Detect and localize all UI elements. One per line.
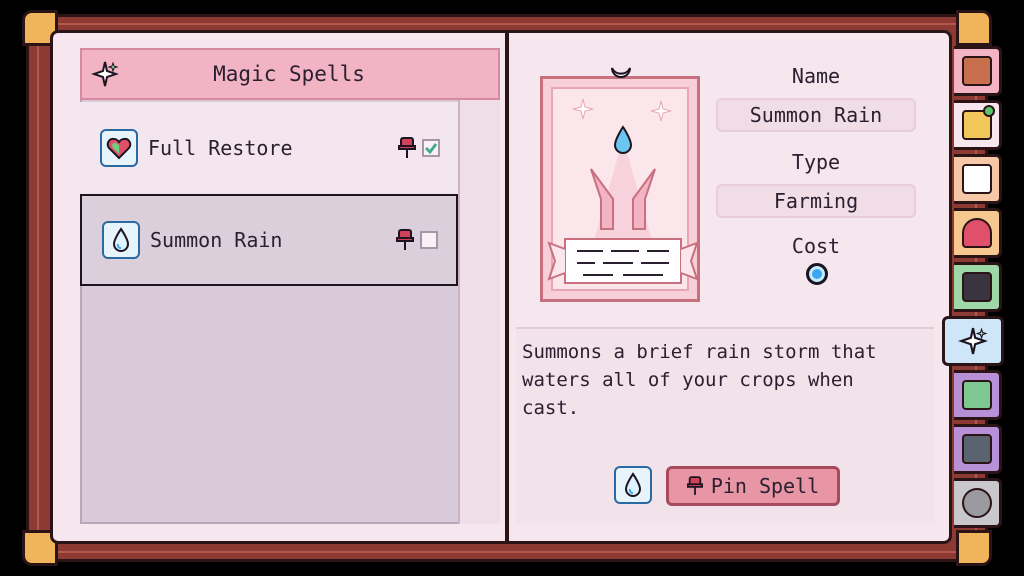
- pin-spell-button[interactable]: Pin Spell: [666, 466, 840, 506]
- tab-magic[interactable]: [942, 316, 1004, 366]
- spell-description: Summons a brief rain storm that waters a…: [522, 341, 877, 419]
- gear-icon: [961, 488, 992, 518]
- tab-map[interactable]: [954, 370, 1002, 420]
- mana-orb-icon: [806, 263, 828, 285]
- tab-settings[interactable]: [954, 478, 1002, 528]
- pet-icon: [961, 272, 992, 302]
- list-scrollbar[interactable]: [458, 100, 500, 524]
- sparkle-icon: [90, 59, 120, 89]
- magic-sparkle-icon: [958, 327, 988, 355]
- cost-label: Cost: [791, 234, 841, 258]
- spell-card-art: [540, 76, 700, 302]
- tab-pets[interactable]: [954, 262, 1002, 312]
- book-corner-top-right: [956, 10, 992, 46]
- water-drop-icon: [102, 221, 140, 259]
- map-icon: [961, 380, 992, 410]
- tab-relationships[interactable]: [954, 208, 1002, 258]
- tab-outfit[interactable]: [954, 100, 1002, 150]
- name-value: Summon Rain: [716, 98, 916, 132]
- backpack-icon: [961, 56, 992, 86]
- journal-icon: [961, 434, 992, 464]
- spell-list-header: Magic Spells: [80, 48, 500, 100]
- type-value: Farming: [716, 184, 916, 218]
- heart-gem-icon: [100, 129, 138, 167]
- tab-journal[interactable]: [954, 424, 1002, 474]
- pin-icon[interactable]: [398, 137, 416, 159]
- spell-element-icon: [614, 466, 652, 504]
- notification-badge: [983, 105, 995, 117]
- pin-icon[interactable]: [396, 229, 414, 251]
- tab-mail[interactable]: [954, 154, 1002, 204]
- tab-backpack[interactable]: [954, 46, 1002, 96]
- spell-name: Full Restore: [148, 136, 293, 160]
- moon-icon: [611, 67, 631, 78]
- spell-name: Summon Rain: [150, 228, 283, 252]
- pin-spell-label: Pin Spell: [710, 474, 820, 498]
- section-title: Magic Spells: [213, 62, 365, 86]
- heart-icon: [961, 218, 992, 248]
- book-corner-bottom-right: [956, 530, 992, 566]
- spell-row-full-restore[interactable]: Full Restore: [80, 102, 458, 194]
- spell-row-summon-rain[interactable]: Summon Rain: [80, 194, 458, 286]
- pin-checkbox[interactable]: [420, 231, 438, 249]
- pin-checkbox[interactable]: [422, 139, 440, 157]
- name-label: Name: [791, 64, 841, 88]
- type-label: Type: [791, 150, 841, 174]
- mail-icon: [961, 164, 992, 194]
- pin-icon: [686, 476, 703, 495]
